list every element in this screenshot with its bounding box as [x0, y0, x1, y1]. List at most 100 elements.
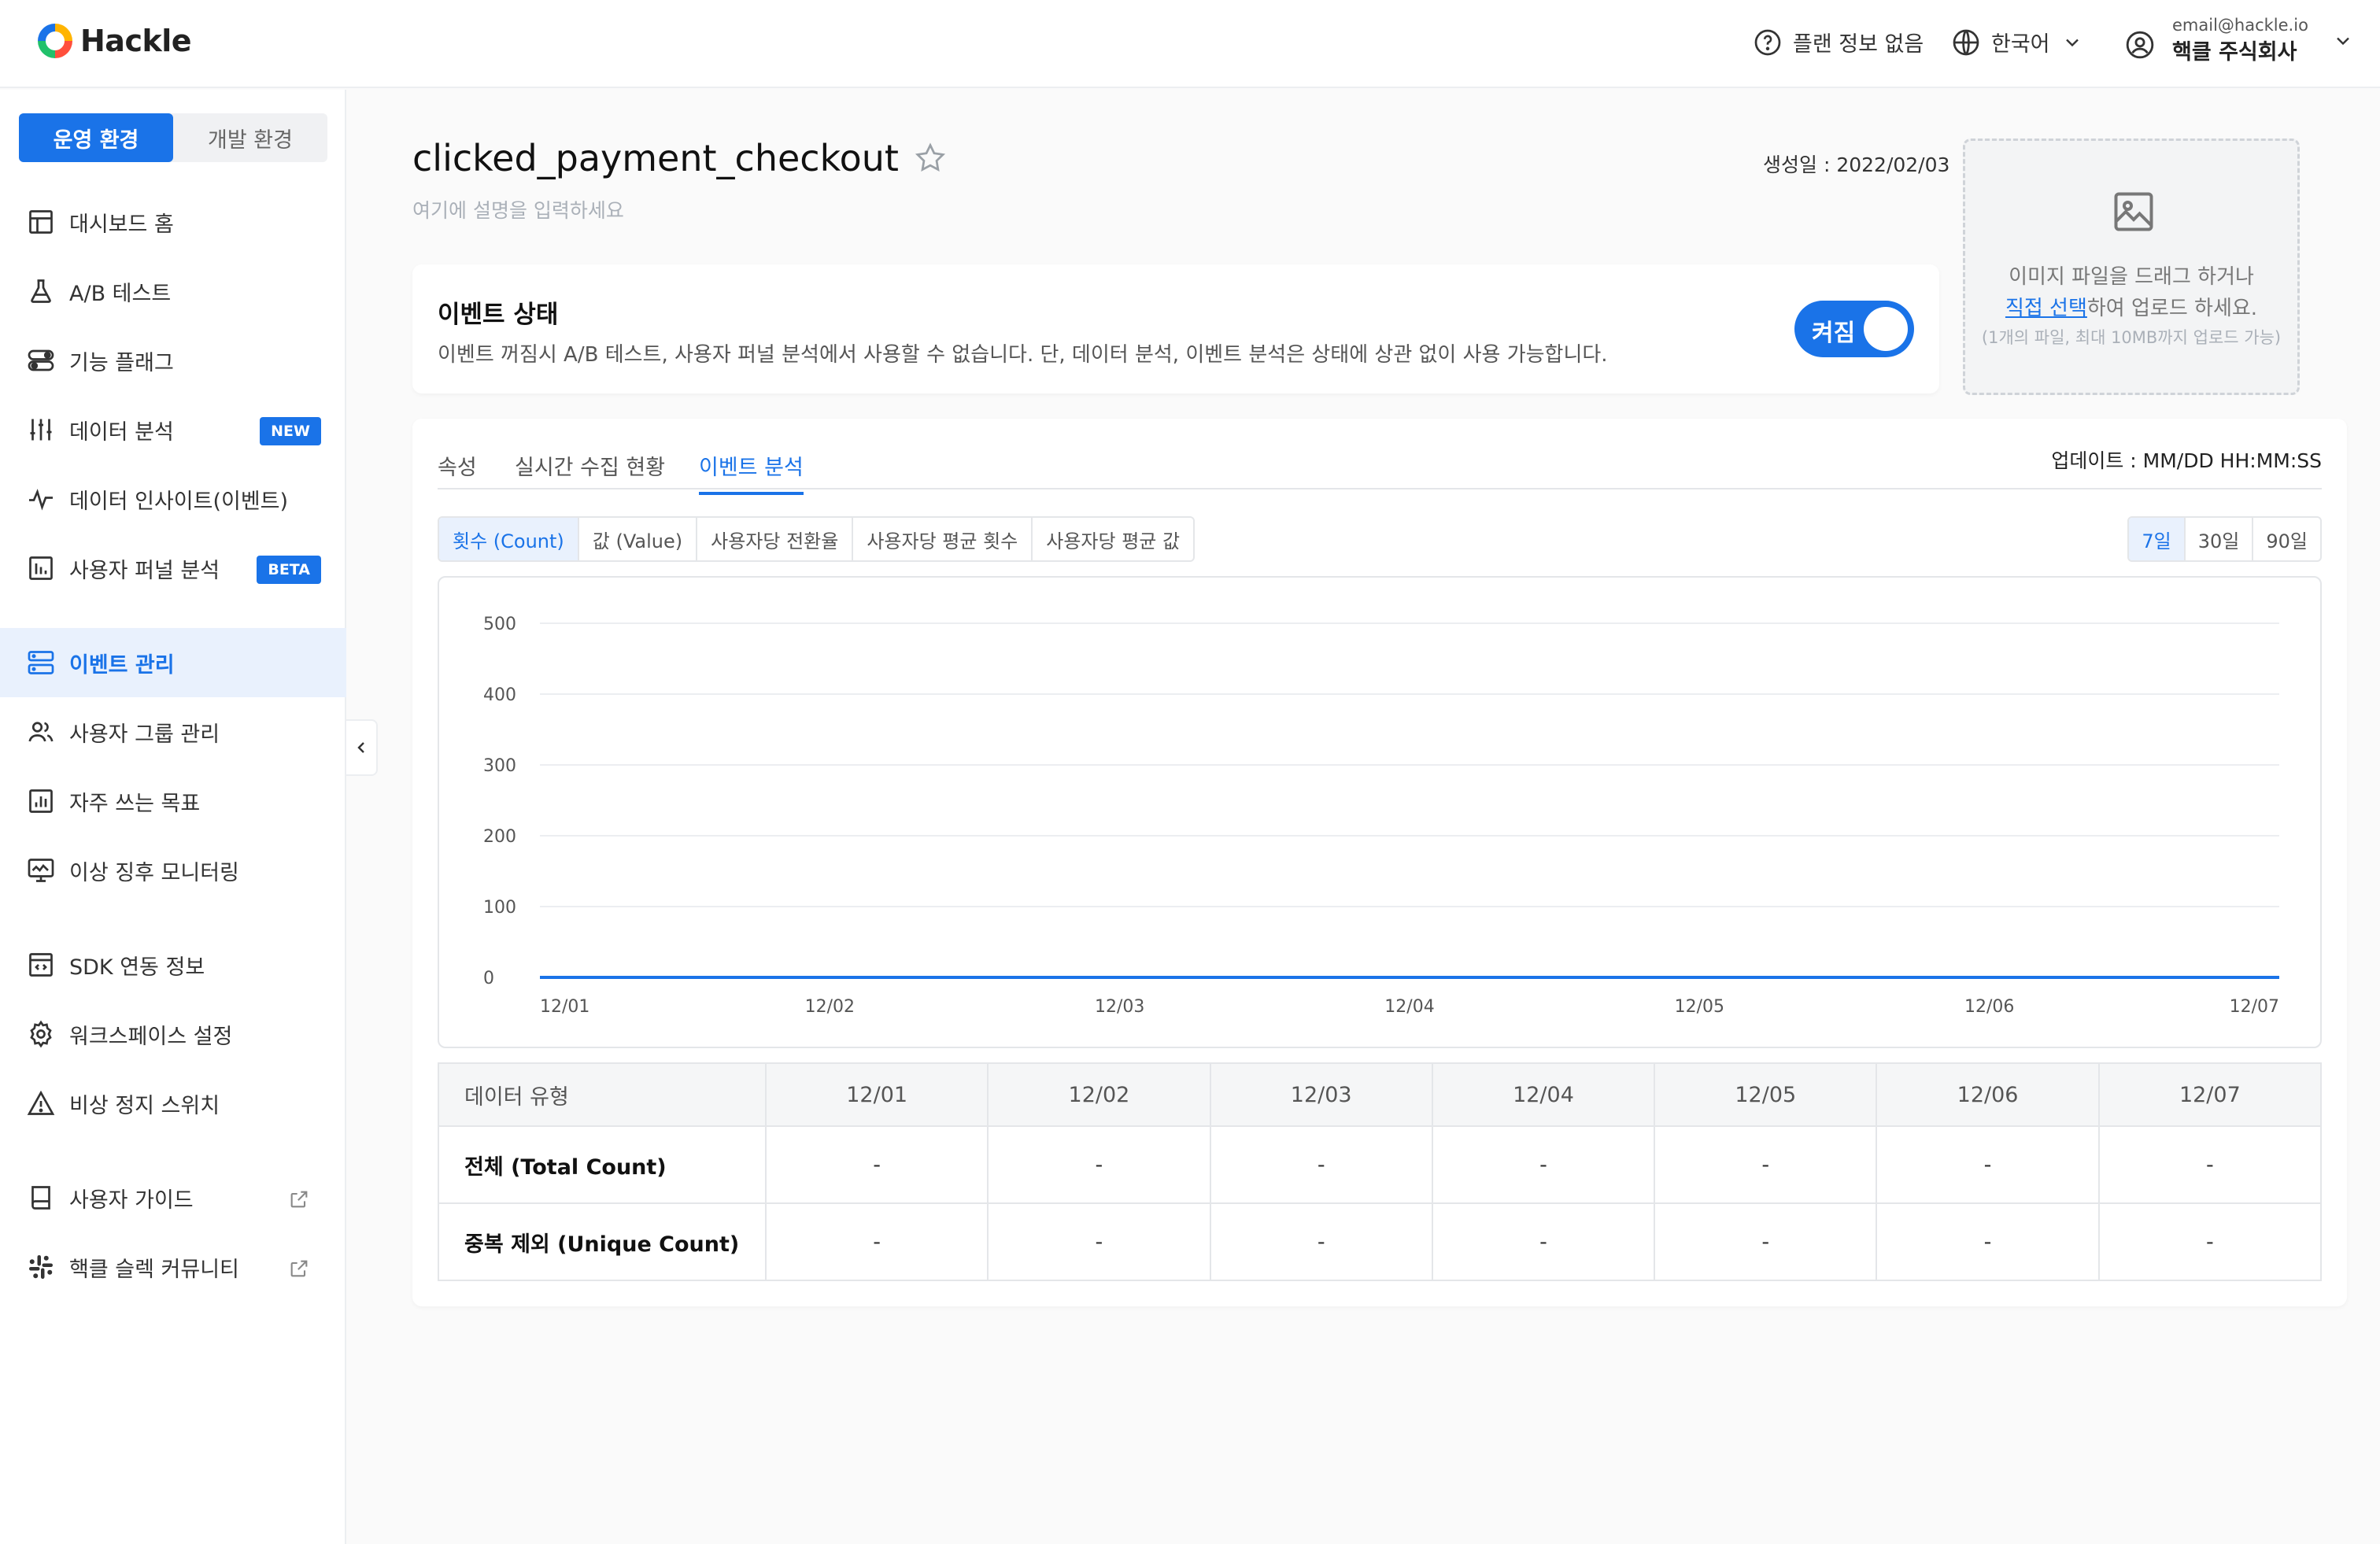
sidebar-item-label: 사용자 가이드 [69, 1188, 194, 1213]
logo[interactable]: Hackle [38, 24, 192, 58]
x-tick-label: 12/03 [1095, 997, 1144, 1017]
table-header-date: 12/06 [1876, 1062, 2100, 1127]
main-content: clicked_payment_checkout 여기에 설명을 입력하세요 생… [348, 90, 2380, 1544]
warning-icon [27, 1090, 55, 1115]
env-development-button[interactable]: 개발 환경 [173, 113, 327, 162]
sidebar-item-feature-flag[interactable]: 기능 플래그 [0, 326, 346, 395]
metric-value[interactable]: 값 (Value) [578, 518, 698, 560]
account-company: 핵클 주식회사 [2172, 40, 2297, 65]
account-menu[interactable]: email@hackle.io 핵클 주식회사 [2125, 16, 2365, 65]
x-tick-label: 12/04 [1384, 997, 1434, 1017]
sidebar-item-slack-community[interactable]: 핵클 슬렉 커뮤니티 [0, 1232, 346, 1302]
plan-info[interactable]: 플랜 정보 없음 [1754, 27, 1924, 57]
upload-note: (1개의 파일, 최대 10MB까지 업로드 가능) [1981, 328, 2282, 347]
sidebar-item-label: 데이터 분석 [69, 419, 174, 445]
sidebar-item-label: 이상 징후 모니터링 [69, 860, 239, 885]
environment-switch: 운영 환경 개발 환경 [19, 113, 327, 162]
row-label: 전체 (Total Count) [438, 1125, 767, 1204]
sidebar-item-funnel[interactable]: 사용자 퍼널 분석 BETA [0, 534, 346, 603]
table-cell: - [1209, 1125, 1433, 1204]
range-30d[interactable]: 30일 [2186, 518, 2254, 560]
top-bar: Hackle 플랜 정보 없음 한국어 email@hackle.io 핵클 주… [0, 0, 2380, 88]
range-90d[interactable]: 90일 [2253, 518, 2320, 560]
table-cell: - [1209, 1202, 1433, 1281]
chart-icon [29, 789, 53, 813]
monitor-icon [28, 859, 54, 882]
table-cell: - [764, 1125, 989, 1204]
chevron-down-icon [2065, 39, 2079, 46]
sidebar-item-kill-switch[interactable]: 비상 정지 스위치 [0, 1069, 346, 1138]
table-cell: - [2097, 1125, 2323, 1204]
x-tick-label: 12/02 [805, 997, 855, 1017]
direct-select-link[interactable]: 직접 선택 [2005, 297, 2087, 320]
sidebar-item-sdk[interactable]: SDK 연동 정보 [0, 930, 346, 999]
tab-realtime[interactable]: 실시간 수집 현황 [515, 450, 665, 492]
sidebar-item-anomaly[interactable]: 이상 징후 모니터링 [0, 836, 346, 905]
x-tick-label: 12/01 [540, 997, 589, 1017]
table-cell: - [1431, 1202, 1656, 1281]
table-cell: - [1431, 1125, 1656, 1204]
sidebar-item-goals[interactable]: 자주 쓰는 목표 [0, 766, 346, 836]
upload-instruction-2: 직접 선택하여 업로드 하세요. [1965, 292, 2297, 321]
metric-count[interactable]: 횟수 (Count) [439, 518, 579, 560]
slack-icon [29, 1255, 53, 1279]
sidebar-item-label: 자주 쓰는 목표 [69, 791, 201, 816]
sidebar-item-event-management[interactable]: 이벤트 관리 [0, 628, 346, 697]
x-tick-label: 12/06 [1964, 997, 2014, 1017]
event-name: clicked_payment_checkout [412, 137, 899, 179]
tab-event-analysis[interactable]: 이벤트 분석 [699, 450, 804, 495]
image-upload-dropzone[interactable]: 이미지 파일을 드래그 하거나 직접 선택하여 업로드 하세요. (1개의 파일… [1963, 139, 2300, 395]
table-cell: - [987, 1125, 1211, 1204]
metric-conversion[interactable]: 사용자당 전환율 [697, 518, 854, 560]
sidebar: 운영 환경 개발 환경 대시보드 홈 A/B 테스트 기능 플래그 데이터 분석… [0, 90, 346, 1544]
metric-selector: 횟수 (Count) 값 (Value) 사용자당 전환율 사용자당 평균 횟수… [438, 516, 1196, 562]
language-selector[interactable]: 한국어 [1952, 27, 2094, 57]
pulse-icon [29, 489, 53, 511]
table-row: 전체 (Total Count) - - - - - - - [438, 1125, 2323, 1204]
sidebar-item-data-insight[interactable]: 데이터 인사이트(이벤트) [0, 464, 346, 534]
book-icon [31, 1186, 50, 1210]
event-status-toggle[interactable]: 켜짐 [1794, 301, 1914, 357]
range-7d[interactable]: 7일 [2129, 518, 2186, 560]
sidebar-item-label: 데이터 인사이트(이벤트) [69, 489, 289, 514]
help-circle-icon [1754, 29, 1781, 55]
x-tick-label: 12/05 [1675, 997, 1724, 1017]
analysis-panel: 속성 실시간 수집 현황 이벤트 분석 업데이트 : MM/DD HH:MM:S… [412, 419, 2347, 1306]
tab-bar: 속성 실시간 수집 현황 이벤트 분석 [438, 419, 2322, 495]
server-icon [28, 651, 54, 674]
sidebar-item-user-guide[interactable]: 사용자 가이드 [0, 1163, 346, 1232]
sidebar-item-label: 이벤트 관리 [69, 652, 175, 678]
sidebar-item-data-analysis[interactable]: 데이터 분석 NEW [0, 395, 346, 464]
metric-avg-value[interactable]: 사용자당 평균 값 [1033, 518, 1194, 560]
updated-time: 업데이트 : MM/DD HH:MM:SS [2051, 449, 2322, 472]
gear-icon [30, 1020, 52, 1048]
table-header-date: 12/01 [764, 1062, 989, 1127]
upload-instruction: 이미지 파일을 드래그 하거나 [2009, 265, 2254, 289]
table-cell: - [987, 1202, 1211, 1281]
sidebar-item-user-groups[interactable]: 사용자 그룹 관리 [0, 697, 346, 766]
users-icon [28, 722, 54, 742]
table-cell: - [1876, 1125, 2100, 1204]
star-icon[interactable] [913, 141, 948, 175]
y-tick-label: 400 [483, 685, 516, 705]
event-data-table: 데이터 유형 12/01 12/02 12/03 12/04 12/05 12/… [438, 1062, 2323, 1281]
sidebar-item-ab-test[interactable]: A/B 테스트 [0, 257, 346, 326]
y-tick-label: 0 [483, 969, 494, 988]
description-input[interactable]: 여기에 설명을 입력하세요 [412, 195, 624, 223]
logo-mark-icon [38, 24, 72, 58]
env-production-button[interactable]: 운영 환경 [19, 113, 173, 162]
table-header-date: 12/05 [1654, 1062, 1878, 1127]
external-link-icon [290, 1260, 308, 1277]
bar-chart-icon [29, 556, 53, 580]
toggle-label: 켜짐 [1812, 320, 1856, 347]
event-status-card: 이벤트 상태 이벤트 꺼짐시 A/B 테스트, 사용자 퍼널 분석에서 사용할 … [412, 264, 1939, 393]
sidebar-item-label: 기능 플래그 [69, 350, 174, 375]
sidebar-item-workspace-settings[interactable]: 워크스페이스 설정 [0, 999, 346, 1069]
x-tick-label: 12/07 [2230, 997, 2279, 1017]
dashboard-icon [29, 210, 53, 234]
metric-avg-count[interactable]: 사용자당 평균 횟수 [853, 518, 1033, 560]
sidebar-item-dashboard[interactable]: 대시보드 홈 [0, 187, 346, 257]
tab-properties[interactable]: 속성 [438, 450, 477, 492]
sidebar-item-label: 사용자 그룹 관리 [69, 722, 220, 747]
table-cell: - [2097, 1202, 2323, 1281]
